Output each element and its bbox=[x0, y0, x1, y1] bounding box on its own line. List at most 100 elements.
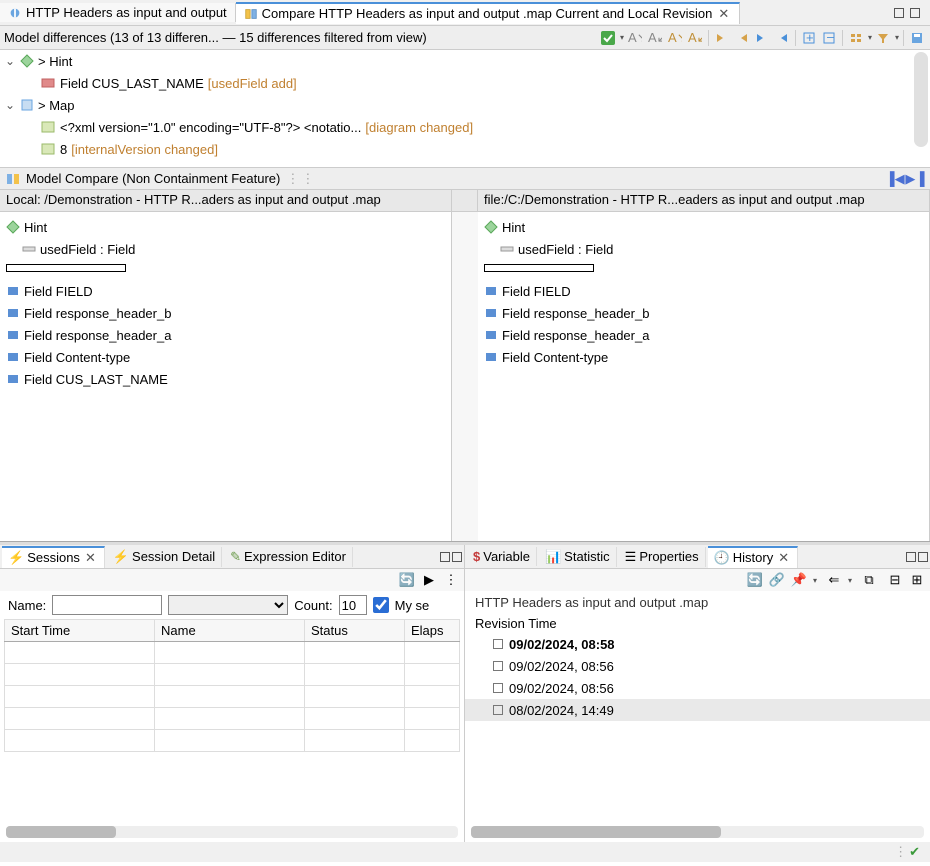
tree-expander[interactable]: ⌄ bbox=[4, 98, 16, 112]
tree-expander[interactable]: ⌄ bbox=[4, 54, 16, 68]
nav-last-button[interactable]: ▶▐ bbox=[906, 170, 924, 188]
col-name[interactable]: Name bbox=[155, 620, 305, 642]
maximize-view-icon[interactable] bbox=[918, 552, 928, 562]
history-row-selected[interactable]: 08/02/2024, 14:49 bbox=[465, 699, 930, 721]
nav-first-button[interactable]: ▐◀ bbox=[886, 170, 904, 188]
field-item[interactable]: Field CUS_LAST_NAME bbox=[24, 372, 168, 387]
tree-node-field[interactable]: Field CUS_LAST_NAME bbox=[60, 76, 204, 91]
tree-node-map[interactable]: > Map bbox=[38, 98, 75, 113]
field-item[interactable]: Field response_header_a bbox=[502, 328, 649, 343]
close-icon[interactable]: ✕ bbox=[83, 550, 98, 566]
sessions-hscroll[interactable] bbox=[6, 826, 458, 838]
copy-ltr-button[interactable]: A↘ bbox=[626, 29, 644, 47]
refresh-button[interactable]: 🔄 bbox=[398, 571, 416, 589]
count-input[interactable] bbox=[339, 595, 367, 615]
tree-node-version[interactable]: 8 bbox=[60, 142, 67, 157]
copy-all-ltr-button[interactable]: A↘ bbox=[666, 29, 684, 47]
local-pane[interactable]: Hint usedField : Field Field FIELD Field… bbox=[0, 212, 452, 541]
tab-compare[interactable]: Compare HTTP Headers as input and output… bbox=[236, 2, 741, 24]
close-icon[interactable]: ✕ bbox=[776, 550, 791, 566]
minimize-view-icon[interactable] bbox=[440, 552, 450, 562]
tree-node-cut[interactable]: SAMPLE_TEXT bbox=[38, 164, 131, 169]
copy-rtl-button[interactable]: A↙ bbox=[646, 29, 664, 47]
save-button[interactable] bbox=[908, 29, 926, 47]
history-hscroll[interactable] bbox=[471, 826, 924, 838]
tab-properties[interactable]: ☰Properties bbox=[619, 547, 706, 567]
minimize-view-icon[interactable] bbox=[906, 552, 916, 562]
grip-icon[interactable]: ⋮⋮ bbox=[286, 171, 316, 187]
col-start-time[interactable]: Start Time bbox=[5, 620, 155, 642]
tab-sessions[interactable]: ⚡Sessions✕ bbox=[2, 546, 105, 568]
dropdown-icon[interactable]: ▾ bbox=[895, 33, 899, 42]
tab-history[interactable]: 🕘History✕ bbox=[708, 546, 799, 568]
next-diff-button[interactable] bbox=[713, 29, 731, 47]
xml-icon bbox=[40, 119, 56, 135]
tab-session-detail[interactable]: ⚡Session Detail bbox=[107, 547, 222, 567]
sessions-table[interactable]: Start Time Name Status Elaps bbox=[4, 619, 460, 752]
prev-diff-button[interactable] bbox=[733, 29, 751, 47]
tree-node-hint[interactable]: > Hint bbox=[38, 54, 72, 69]
table-row[interactable] bbox=[5, 642, 460, 664]
table-row[interactable] bbox=[5, 730, 460, 752]
tab-expression-editor[interactable]: ✎Expression Editor bbox=[224, 547, 353, 567]
change-note: [diagram changed] bbox=[365, 120, 473, 135]
tree-scrollbar[interactable] bbox=[914, 52, 928, 147]
tree-expander[interactable]: › bbox=[22, 164, 34, 168]
field-item[interactable]: Field FIELD bbox=[24, 284, 93, 299]
copy-all-rtl-button[interactable]: A↙ bbox=[686, 29, 704, 47]
hint-label: Hint bbox=[502, 220, 525, 235]
table-row[interactable] bbox=[5, 686, 460, 708]
col-elapsed[interactable]: Elaps bbox=[405, 620, 460, 642]
nav-back-button[interactable]: ⇐ bbox=[825, 571, 843, 589]
field-item[interactable]: Field response_header_b bbox=[24, 306, 171, 321]
sessions-panel: ⚡Sessions✕ ⚡Session Detail ✎Expression E… bbox=[0, 545, 465, 842]
tab-variable[interactable]: $Variable bbox=[467, 547, 537, 566]
filter-button[interactable] bbox=[874, 29, 892, 47]
diff-tree[interactable]: ⌄ > Hint Field CUS_LAST_NAME [usedField … bbox=[0, 50, 930, 168]
field-item[interactable]: Field FIELD bbox=[502, 284, 571, 299]
next-conflict-button[interactable] bbox=[753, 29, 771, 47]
group-button[interactable] bbox=[847, 29, 865, 47]
link-button[interactable]: 🔗 bbox=[768, 571, 786, 589]
field-item[interactable]: Field response_header_a bbox=[24, 328, 171, 343]
maximize-view-icon[interactable] bbox=[452, 552, 462, 562]
accept-change-button[interactable] bbox=[599, 29, 617, 47]
history-row[interactable]: 09/02/2024, 08:56 bbox=[465, 655, 930, 677]
run-button[interactable]: ▶ bbox=[420, 571, 438, 589]
remote-pane[interactable]: Hint usedField : Field Field FIELD Field… bbox=[478, 212, 930, 541]
table-row[interactable] bbox=[5, 708, 460, 730]
field-item[interactable]: Field Content-type bbox=[502, 350, 608, 365]
tree-node-xml[interactable]: <?xml version="1.0" encoding="UTF-8"?> <… bbox=[60, 120, 361, 135]
prev-conflict-button[interactable] bbox=[773, 29, 791, 47]
expand-all-button[interactable]: + bbox=[800, 29, 818, 47]
my-sessions-checkbox[interactable] bbox=[373, 597, 389, 613]
filter-select[interactable] bbox=[168, 595, 288, 615]
tab-http-headers[interactable]: HTTP Headers as input and output bbox=[0, 3, 236, 22]
collapse-all-button[interactable]: – bbox=[820, 29, 838, 47]
maximize-view-icon[interactable] bbox=[910, 8, 920, 18]
expand-button[interactable]: ⊞ bbox=[908, 571, 926, 589]
compare-title: Model Compare (Non Containment Feature) bbox=[26, 171, 280, 186]
name-input[interactable] bbox=[52, 595, 162, 615]
refresh-button[interactable]: 🔄 bbox=[746, 571, 764, 589]
collapse-button[interactable]: ⊟ bbox=[886, 571, 904, 589]
field-item[interactable]: Field Content-type bbox=[24, 350, 130, 365]
field-item[interactable]: Field response_header_b bbox=[502, 306, 649, 321]
minimize-view-icon[interactable] bbox=[894, 8, 904, 18]
history-row[interactable]: 09/02/2024, 08:58 bbox=[465, 633, 930, 655]
remote-label: file:/C:/Demonstration - HTTP R...eaders… bbox=[478, 190, 930, 211]
col-status[interactable]: Status bbox=[305, 620, 405, 642]
menu-button[interactable]: ⋮ bbox=[442, 571, 460, 589]
dropdown-icon[interactable]: ▾ bbox=[620, 33, 624, 42]
tab-statistic[interactable]: 📊Statistic bbox=[539, 547, 617, 567]
history-row[interactable]: 09/02/2024, 08:56 bbox=[465, 677, 930, 699]
svg-text:A↙: A↙ bbox=[688, 31, 702, 45]
dropdown-icon[interactable]: ▾ bbox=[868, 33, 872, 42]
hint-icon bbox=[6, 220, 20, 234]
pin-button[interactable]: 📌 bbox=[790, 571, 808, 589]
close-icon[interactable]: ✕ bbox=[716, 6, 731, 22]
field-icon bbox=[484, 350, 498, 364]
table-row[interactable] bbox=[5, 664, 460, 686]
compare-button[interactable]: ⧉ bbox=[860, 571, 878, 589]
ref-icon bbox=[22, 242, 36, 256]
